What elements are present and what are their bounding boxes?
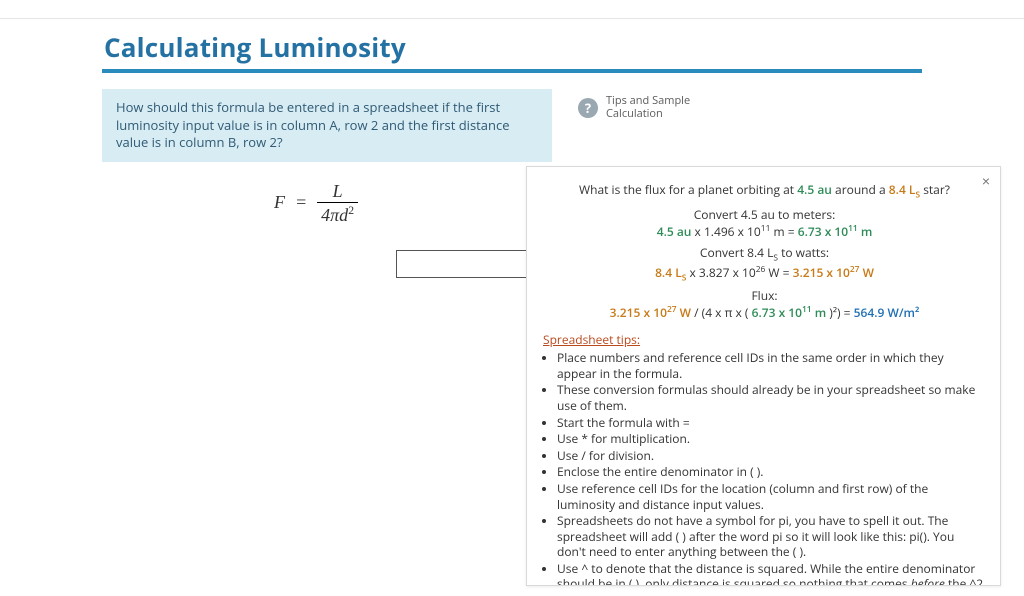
tips-header: Spreadsheet tips: [543,331,986,348]
tip-item: Use / for division. [557,448,986,464]
tip-item: Use * for multiplication. [557,431,986,447]
prompt-box: How should this formula be entered in a … [102,89,552,162]
question-row: How should this formula be entered in a … [102,89,922,162]
tips-label-line2: Calculation [606,106,663,121]
tip-item: Use ^ to denote that the distance is squ… [557,561,986,586]
conv-ls-calc: 8.4 LS x 3.827 x 1026 W = 3.215 x 1027 W [543,264,986,283]
tips-launcher[interactable]: ? Tips and Sample Calculation [578,95,690,120]
formula-fraction: L 4πd2 [317,182,358,224]
formula-lhs: F [274,192,285,213]
flux-label: Flux: [543,287,986,304]
title-underline [102,69,922,73]
q-distance: 4.5 au [797,181,832,198]
tip-item: Spreadsheets do not have a symbol for pi… [557,513,986,560]
tip-item: Start the formula with = [557,415,986,431]
flux-calc: 3.215 x 1027 W / (4 x π x ( 6.73 x 1011 … [543,304,986,321]
tip-item: Use reference cell IDs for the location … [557,481,986,512]
formula-eq: = [295,192,307,213]
conv-ls-header: Convert 8.4 LS to watts: [543,244,986,263]
tip-item: Enclose the entire denominator in ( ). [557,464,986,480]
conv-au-calc: 4.5 au x 1.496 x 1011 m = 6.73 x 1011 m [543,223,986,240]
flux-result: 564.9 W/m² [854,304,920,321]
popup-question: What is the flux for a planet orbiting a… [543,181,986,200]
page-title: Calculating Luminosity [104,29,922,65]
tips-popup: × What is the flux for a planet orbiting… [526,166,1001,586]
question-icon: ? [578,98,598,118]
conv-au-header: Convert 4.5 au to meters: [543,206,986,223]
tips-label: Tips and Sample Calculation [606,95,690,120]
tip-item: Place numbers and reference cell IDs in … [557,350,986,381]
close-icon[interactable]: × [982,173,990,189]
tip-item: These conversion formulas should already… [557,382,986,413]
formula-numerator: L [329,182,347,202]
formula-denominator: 4πd2 [317,203,358,224]
q-luminosity: 8.4 LS [889,181,923,198]
tips-list: Place numbers and reference cell IDs in … [557,350,986,586]
